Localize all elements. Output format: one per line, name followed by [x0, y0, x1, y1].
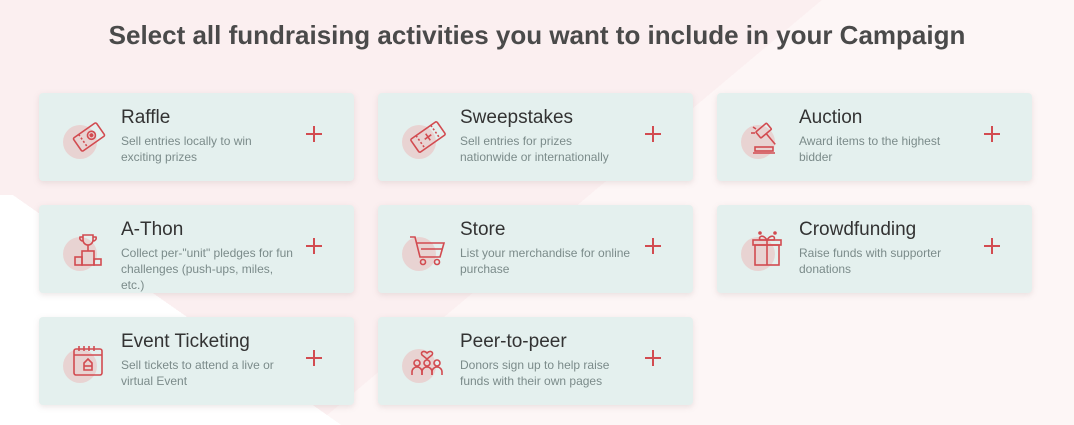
add-store-plus-icon[interactable]: [645, 238, 661, 254]
add-sweepstakes-plus-icon[interactable]: [645, 126, 661, 142]
activity-card-sweepstakes[interactable]: Sweepstakes Sell entries for prizes nati…: [378, 93, 693, 181]
activity-card-event-ticketing[interactable]: Event Ticketing Sell tickets to attend a…: [39, 317, 354, 405]
activity-title: Crowdfunding: [799, 219, 917, 240]
activity-title: Raffle: [121, 107, 171, 128]
activity-description: Sell tickets to attend a live or virtual…: [121, 358, 274, 388]
activity-title: Peer-to-peer: [460, 331, 567, 352]
activity-card-crowdfunding[interactable]: Crowdfunding Raise funds with supporter …: [717, 205, 1032, 293]
add-raffle-plus-icon[interactable]: [306, 126, 322, 142]
activity-description: Donors sign up to help raise funds with …: [460, 358, 610, 388]
add-crowdfunding-plus-icon[interactable]: [984, 238, 1000, 254]
add-auction-plus-icon[interactable]: [984, 126, 1000, 142]
activity-grid: Raffle Sell entries locally to win excit…: [0, 0, 1074, 425]
activity-title: Store: [460, 219, 506, 240]
gift-box-icon: [741, 225, 787, 271]
calendar-ticket-icon: [63, 337, 109, 383]
activity-card-raffle[interactable]: Raffle Sell entries locally to win excit…: [39, 93, 354, 181]
sweepstakes-ticket-icon: [402, 113, 448, 159]
activity-title: A-Thon: [121, 219, 184, 240]
add-peer-to-peer-plus-icon[interactable]: [645, 350, 661, 366]
activity-title: Event Ticketing: [121, 331, 250, 352]
activity-card-a-thon[interactable]: A-Thon Collect per-"unit" pledges for fu…: [39, 205, 354, 293]
activity-description: List your merchandise for online purchas…: [460, 246, 631, 276]
gavel-icon: [741, 113, 787, 159]
activity-card-peer-to-peer[interactable]: Peer-to-peer Donors sign up to help rais…: [378, 317, 693, 405]
shopping-cart-icon: [402, 225, 448, 271]
activity-description: Collect per-"unit" pledges for fun chall…: [121, 246, 293, 292]
activity-description: Sell entries for prizes nationwide or in…: [460, 134, 609, 164]
activity-card-auction[interactable]: Auction Award items to the highest bidde…: [717, 93, 1032, 181]
people-heart-icon: [402, 337, 448, 383]
activity-description: Sell entries locally to win exciting pri…: [121, 134, 252, 164]
activity-card-store[interactable]: Store List your merchandise for online p…: [378, 205, 693, 293]
activity-description: Award items to the highest bidder: [799, 134, 941, 164]
add-event-ticketing-plus-icon[interactable]: [306, 350, 322, 366]
activity-description: Raise funds with supporter donations: [799, 246, 942, 276]
activity-title: Auction: [799, 107, 863, 128]
add-a-thon-plus-icon[interactable]: [306, 238, 322, 254]
raffle-ticket-icon: [63, 113, 109, 159]
activity-title: Sweepstakes: [460, 107, 574, 128]
trophy-podium-icon: [63, 225, 109, 271]
